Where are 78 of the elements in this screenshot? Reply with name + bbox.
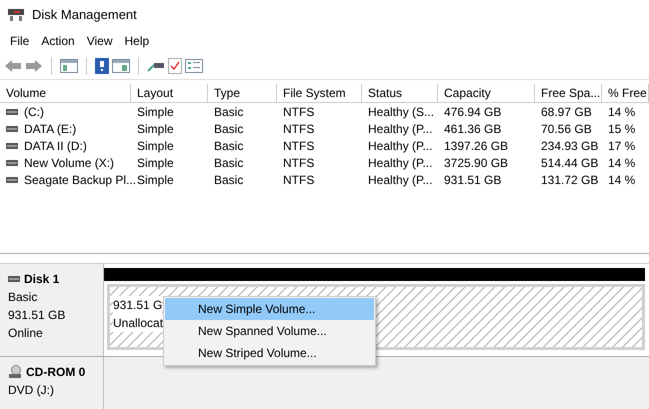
table-cell-text: 14 %	[608, 172, 636, 188]
drive-icon	[6, 108, 18, 114]
column-header[interactable]: Type	[208, 84, 277, 102]
table-cell-text: 14 %	[608, 104, 636, 120]
window-title: Disk Management	[32, 6, 137, 24]
table-cell-text: 3725.90 GB	[444, 154, 508, 172]
table-cell-text: Basic	[214, 172, 244, 188]
drive-icon	[8, 276, 20, 282]
disk-info: DVD (J:)	[8, 382, 55, 399]
cd-drive-icon	[8, 365, 22, 379]
table-cell-text: NTFS	[283, 154, 314, 172]
table-cell-text: NTFS	[283, 120, 314, 138]
table-cell-text: Seagate Backup Pl...	[24, 172, 136, 188]
table-cell-text: NTFS	[283, 172, 314, 188]
table-cell-text: 131.72 GB	[541, 172, 598, 188]
table-cell-text: Basic	[214, 120, 244, 138]
table-cell-text: 17 %	[608, 138, 636, 154]
table-cell-text: 68.97 GB	[541, 104, 592, 120]
table-cell-text: Simple	[137, 154, 174, 172]
column-header[interactable]: Layout	[131, 84, 208, 102]
context-menu-item[interactable]: New Spanned Volume...	[165, 320, 374, 342]
table-cell-text: NTFS	[283, 138, 314, 154]
table-cell-text: 476.94 GB	[444, 104, 502, 120]
table-cell-text: 931.51 GB	[444, 172, 502, 188]
table-cell-text: 15 %	[608, 120, 636, 138]
drive-icon	[6, 176, 18, 182]
table-cell-text: 514.44 GB	[541, 154, 598, 172]
forward-arrow-icon[interactable]	[25, 58, 43, 72]
help-icon[interactable]	[95, 58, 109, 74]
drive-icon	[6, 160, 18, 166]
table-cell-text: Basic	[214, 138, 244, 154]
menu-item[interactable]: File	[4, 32, 36, 50]
table-cell-text: DATA II (D:)	[24, 138, 87, 154]
panel-icon[interactable]	[112, 58, 130, 72]
checklist-icon[interactable]	[185, 58, 203, 72]
disk-info: Basic	[8, 289, 38, 306]
table-cell-text: Healthy (P...	[368, 172, 432, 188]
context-menu-item[interactable]: New Simple Volume...	[165, 298, 374, 320]
column-header[interactable]: Capacity	[438, 84, 535, 102]
table-cell-text: Simple	[137, 120, 174, 138]
checked-document-icon[interactable]	[168, 58, 182, 74]
table-cell-text: Simple	[137, 138, 174, 154]
table-cell-text: Basic	[214, 104, 244, 120]
table-cell-text: Simple	[137, 172, 174, 188]
table-cell-text: 70.56 GB	[541, 120, 592, 138]
disk-info: Online	[8, 325, 44, 342]
table-cell-text: Healthy (P...	[368, 138, 432, 154]
table-cell-text: 14 %	[608, 154, 636, 172]
table-cell-text: Healthy (P...	[368, 120, 432, 138]
disk-name: CD-ROM 0	[26, 364, 86, 381]
table-cell-text: 1397.26 GB	[444, 138, 508, 154]
table-cell-text: Healthy (P...	[368, 154, 432, 172]
disk-name: Disk 1	[24, 271, 60, 288]
disk-management-icon	[8, 9, 24, 21]
table-cell-text: DATA (E:)	[24, 120, 76, 138]
column-header[interactable]: File System	[277, 84, 362, 102]
drive-icon	[6, 142, 18, 148]
column-header[interactable]: Volume	[0, 84, 131, 102]
table-cell-text: 234.93 GB	[541, 138, 598, 154]
table-cell-text: Simple	[137, 104, 174, 120]
table-cell-text: 461.36 GB	[444, 120, 502, 138]
drive-icon	[6, 126, 18, 132]
table-cell-text: Basic	[214, 154, 244, 172]
menu-item[interactable]: View	[80, 32, 118, 50]
disk-info: 931.51 GB	[8, 307, 66, 324]
column-header[interactable]: % Free	[602, 84, 649, 102]
table-cell-text: New Volume (X:)	[24, 154, 114, 172]
table-cell-text: Healthy (S...	[368, 104, 434, 120]
partition-label: Unallocat	[113, 314, 164, 332]
column-header[interactable]: Free Spa...	[535, 84, 602, 102]
menu-item[interactable]: Help	[118, 32, 156, 50]
column-header[interactable]: Status	[362, 84, 438, 102]
partition-label: 931.51 G	[113, 296, 162, 314]
menu-item[interactable]: Action	[35, 32, 81, 50]
back-arrow-icon[interactable]	[4, 58, 22, 72]
table-cell-text: NTFS	[283, 104, 314, 120]
panel-icon[interactable]	[60, 58, 78, 72]
table-cell-text: (C:)	[24, 104, 44, 120]
